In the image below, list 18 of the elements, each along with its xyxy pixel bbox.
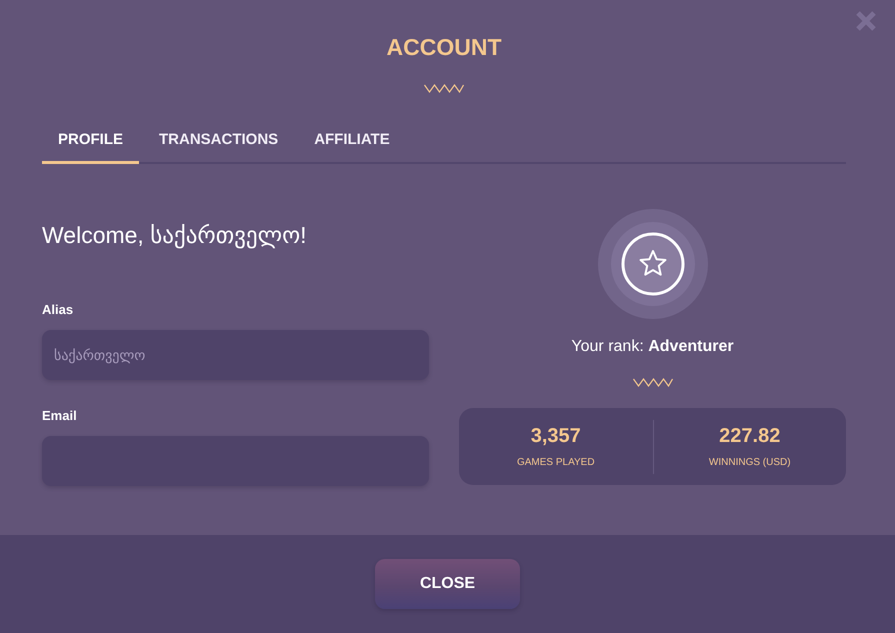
- window-title: ACCOUNT: [386, 33, 502, 61]
- tab[interactable]: TRANSACTIONS: [143, 123, 294, 164]
- stat-value: 227.82: [719, 424, 780, 448]
- close-icon[interactable]: [855, 10, 877, 32]
- welcome-heading: Welcome, საქართველო!: [42, 221, 307, 250]
- close-button[interactable]: CLOSE: [375, 559, 520, 609]
- rank-text: Your rank: Adventurer: [571, 337, 734, 357]
- input-field[interactable]: საქართველო: [42, 330, 429, 380]
- zigzag-icon: [424, 84, 464, 93]
- star-badge-icon: [598, 209, 708, 319]
- field-label: Email: [42, 408, 77, 424]
- field-label: Alias: [42, 302, 74, 318]
- tab[interactable]: AFFILIATE: [298, 123, 406, 164]
- stat-label: WINNINGS (USD): [708, 457, 791, 469]
- zigzag-icon: [632, 378, 672, 387]
- stat-value: 3,357: [530, 424, 581, 448]
- stat-label: GAMES PLAYED: [516, 457, 595, 469]
- tab[interactable]: PROFILE: [42, 123, 140, 164]
